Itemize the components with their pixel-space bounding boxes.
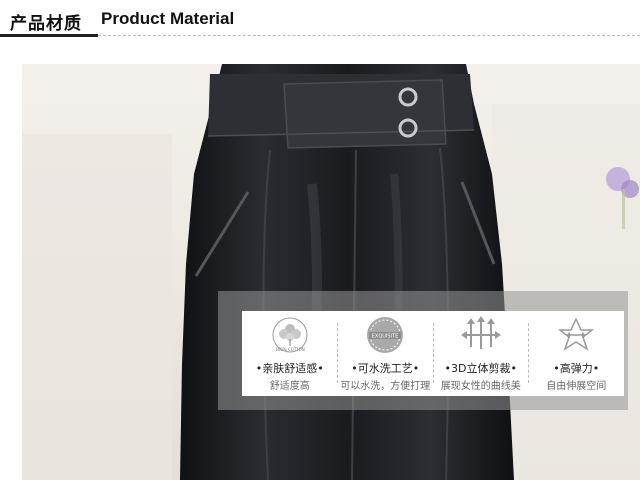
section-title-en: Product Material (101, 9, 235, 28)
skirt-illustration (22, 64, 640, 480)
stretch-arrows-icon (433, 315, 529, 357)
elastic-star-icon (529, 315, 625, 357)
feature-divider (337, 323, 338, 383)
exquisite-badge-icon: EXQUISITE (338, 315, 434, 357)
feature-divider (528, 323, 529, 383)
feature-item-washable: EXQUISITE •可水洗工艺• 可以水洗，方便打理 (338, 311, 434, 396)
feature-label: •高弹力• (553, 362, 600, 375)
feature-item-elastic: •高弹力• 自由伸展空间 (529, 311, 625, 396)
feature-label: •3D立体剪裁• (444, 362, 517, 375)
feature-description: 自由伸展空间 (546, 381, 607, 392)
feature-list: 100% COTTON •亲肤舒适感• 舒适度高 EXQUISITE •可水洗工… (242, 311, 624, 396)
exquisite-badge-text: EXQUISITE (372, 334, 399, 340)
product-photo (22, 64, 640, 480)
header-underline (0, 34, 98, 37)
cotton-badge-text: 100% COTTON (275, 347, 305, 352)
feature-divider (433, 323, 434, 383)
feature-label: •可水洗工艺• (351, 362, 420, 375)
cotton-flower-icon: 100% COTTON (242, 315, 338, 357)
feature-label: •亲肤舒适感• (255, 362, 324, 375)
feature-item-3d-cut: •3D立体剪裁• 展现女性的曲线美 (433, 311, 529, 396)
section-header: 产品材质 Product Material (0, 0, 640, 40)
feature-panel: 100% COTTON •亲肤舒适感• 舒适度高 EXQUISITE •可水洗工… (218, 291, 628, 410)
section-title-cn: 产品材质 (10, 14, 82, 34)
feature-item-cotton: 100% COTTON •亲肤舒适感• 舒适度高 (242, 311, 338, 396)
header-dotted-rule (98, 35, 640, 36)
